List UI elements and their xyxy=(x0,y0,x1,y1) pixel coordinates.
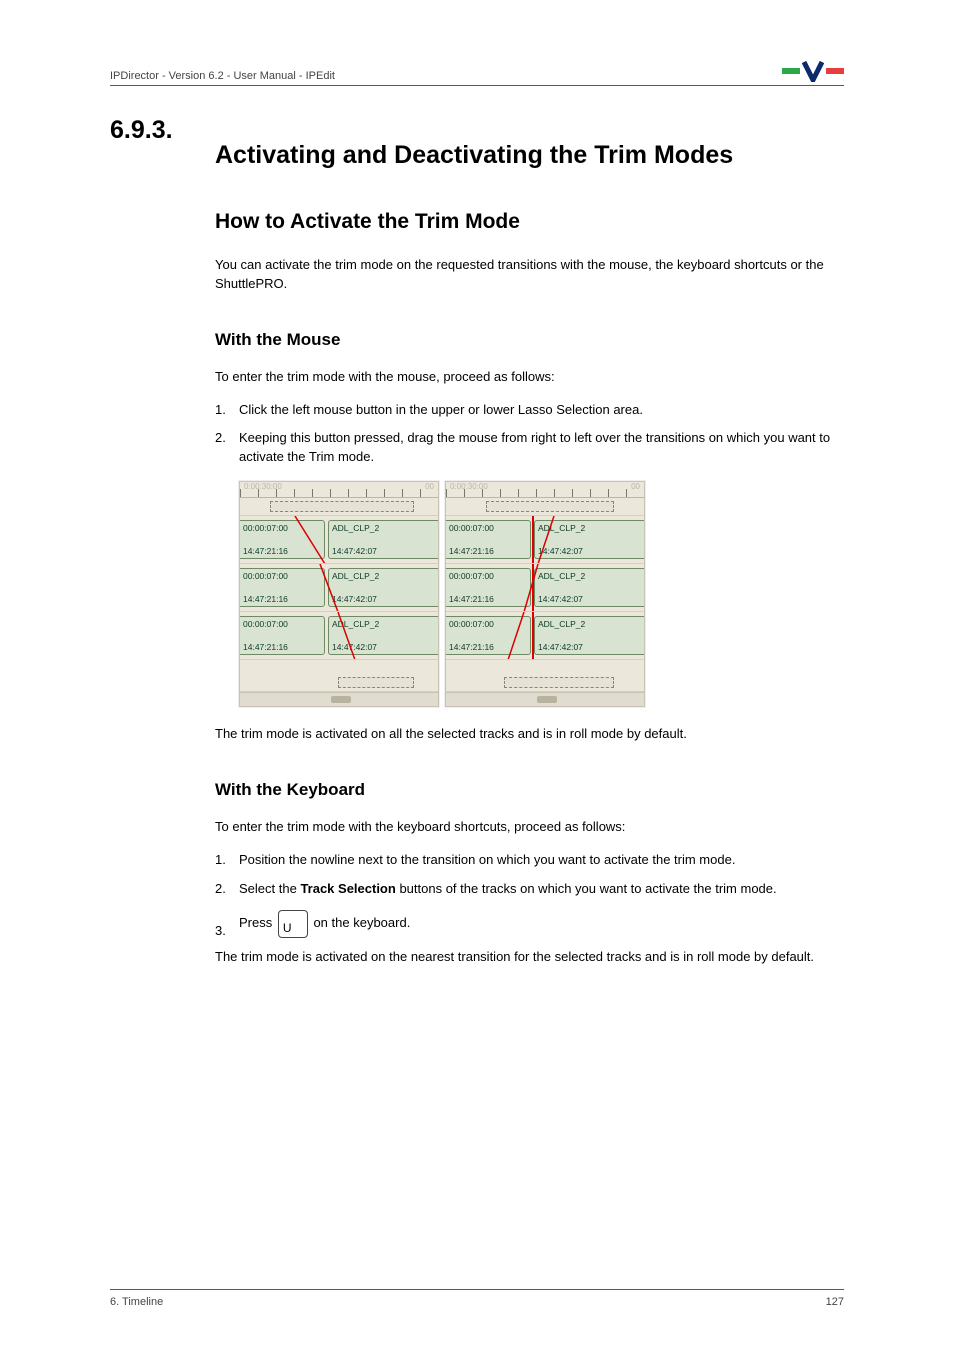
how-to-heading: How to Activate the Trim Mode xyxy=(215,210,844,234)
lasso-selection xyxy=(486,501,614,512)
scrollbar xyxy=(446,692,644,706)
timeline-panel-right: 0:00:30:0000 00:00:07:00 14:47:21:16 ADL… xyxy=(445,481,645,707)
list-item: 2.Select the Track Selection buttons of … xyxy=(215,880,844,899)
clip: 00:00:07:00 14:47:21:16 xyxy=(240,520,325,559)
clip: 00:00:07:00 14:47:21:16 xyxy=(446,520,531,559)
footer-left: 6. Timeline xyxy=(110,1296,163,1308)
keyboard-heading: With the Keyboard xyxy=(215,780,844,800)
keyboard-intro: To enter the trim mode with the keyboard… xyxy=(215,818,844,837)
track-row: 00:00:07:00 14:47:21:16 ADL_CLP_2 14:47:… xyxy=(446,564,644,612)
transition-handle xyxy=(532,612,534,659)
lasso-zone-upper xyxy=(446,498,644,516)
clip: ADL_CLP_2 14:47:42:07 xyxy=(534,520,644,559)
transition-handle xyxy=(532,516,534,563)
track-row: 00:00:07:00 14:47:21:16 ADL_CLP_2 14:47:… xyxy=(240,612,438,660)
clip: ADL_CLP_2 14:47:42:07 xyxy=(534,568,644,607)
list-item: 1.Position the nowline next to the trans… xyxy=(215,851,844,870)
lasso-selection xyxy=(270,501,414,512)
lasso-zone-lower xyxy=(446,674,644,692)
intro-paragraph: You can activate the trim mode on the re… xyxy=(215,256,844,294)
clip: ADL_CLP_2 14:47:42:07 xyxy=(328,616,438,655)
footer-page-number: 127 xyxy=(826,1296,844,1308)
lasso-selection xyxy=(338,677,414,688)
section-title: Activating and Deactivating the Trim Mod… xyxy=(215,141,844,170)
time-ruler: 0:00:30:0000 xyxy=(446,482,644,498)
list-item: 2.Keeping this button pressed, drag the … xyxy=(215,429,844,467)
list-item: 1.Click the left mouse button in the upp… xyxy=(215,401,844,420)
breadcrumb: IPDirector - Version 6.2 - User Manual -… xyxy=(110,70,335,82)
lasso-selection xyxy=(504,677,614,688)
keyboard-after: The trim mode is activated on the neares… xyxy=(215,948,844,967)
logo-bar-right xyxy=(826,68,844,74)
page-footer: 6. Timeline 127 xyxy=(110,1289,844,1308)
clip: 00:00:07:00 14:47:21:16 xyxy=(446,616,531,655)
keyboard-steps: 1.Position the nowline next to the trans… xyxy=(215,851,844,939)
transition-handle xyxy=(532,564,534,611)
timeline-figure: 0:00:30:0000 00:00:07:00 14:47:21:16 ADL… xyxy=(239,481,844,707)
track-row: 00:00:07:00 14:47:21:16 ADL_CLP_2 14:47:… xyxy=(446,612,644,660)
mouse-after: The trim mode is activated on all the se… xyxy=(215,725,844,744)
clip: 00:00:07:00 14:47:21:16 xyxy=(240,568,325,607)
scrollbar xyxy=(240,692,438,706)
mouse-heading: With the Mouse xyxy=(215,330,844,350)
track-row: 00:00:07:00 14:47:21:16 ADL_CLP_2 14:47:… xyxy=(240,564,438,612)
clip: ADL_CLP_2 14:47:42:07 xyxy=(328,520,438,559)
logo-bar-left xyxy=(782,68,800,74)
clip: 00:00:07:00 14:47:21:16 xyxy=(446,568,531,607)
logo-v-icon xyxy=(802,60,824,82)
page-header: IPDirector - Version 6.2 - User Manual -… xyxy=(110,60,844,86)
clip: ADL_CLP_2 14:47:42:07 xyxy=(328,568,438,607)
time-ruler: 0:00:30:0000 xyxy=(240,482,438,498)
track-row: 00:00:07:00 14:47:21:16 ADL_CLP_2 14:47:… xyxy=(446,516,644,564)
evs-logo xyxy=(782,60,844,82)
clip: 00:00:07:00 14:47:21:16 xyxy=(240,616,325,655)
lasso-zone-lower xyxy=(240,674,438,692)
timeline-panel-left: 0:00:30:0000 00:00:07:00 14:47:21:16 ADL… xyxy=(239,481,439,707)
section-number: 6.9.3. xyxy=(110,116,173,145)
mouse-intro: To enter the trim mode with the mouse, p… xyxy=(215,368,844,387)
track-row: 00:00:07:00 14:47:21:16 ADL_CLP_2 14:47:… xyxy=(240,516,438,564)
mouse-steps: 1.Click the left mouse button in the upp… xyxy=(215,401,844,468)
lasso-zone-upper xyxy=(240,498,438,516)
list-item: 3.Press U on the keyboard. xyxy=(215,908,844,938)
clip: ADL_CLP_2 14:47:42:07 xyxy=(534,616,644,655)
keycap-u: U xyxy=(278,910,308,938)
